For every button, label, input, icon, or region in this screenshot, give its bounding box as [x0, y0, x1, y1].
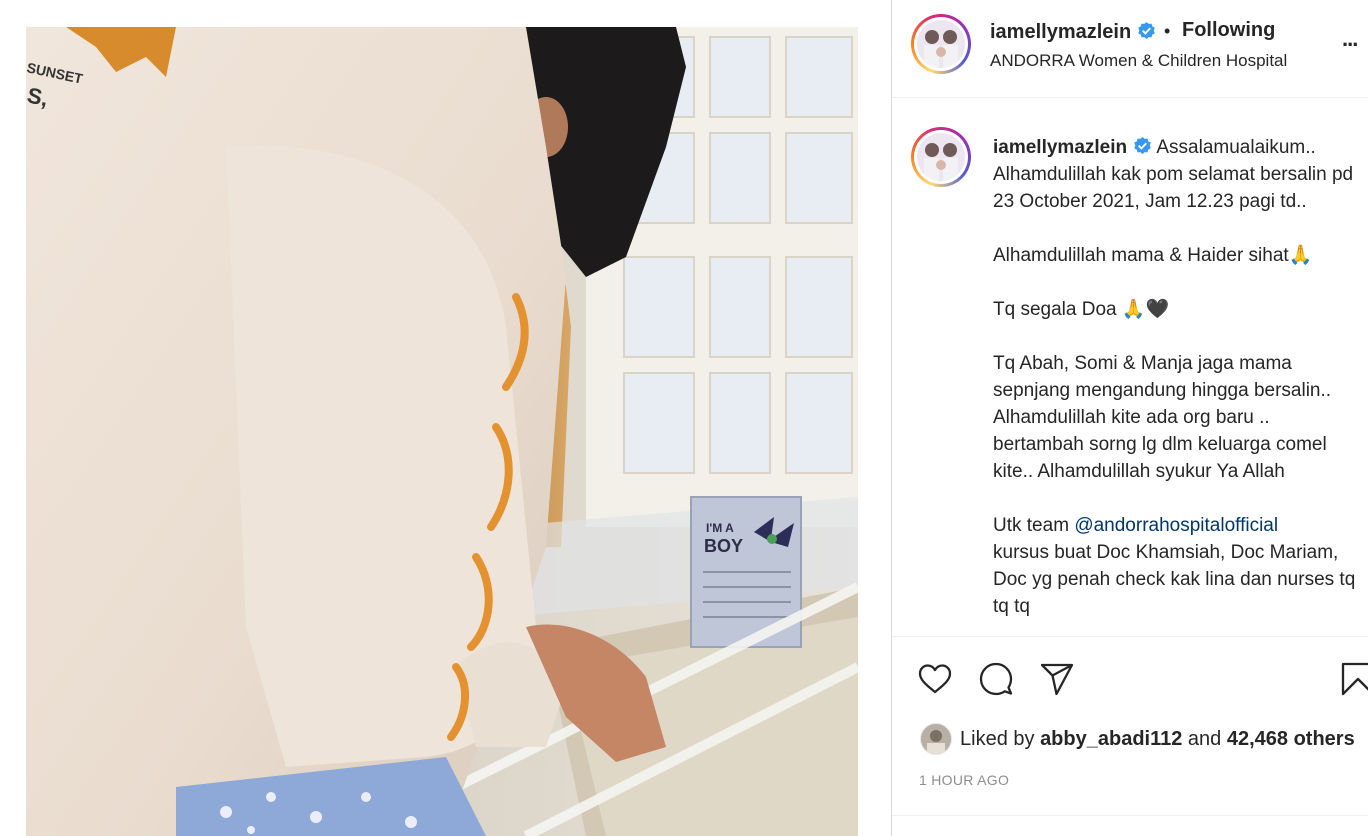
share-icon[interactable]	[1039, 661, 1075, 697]
post-timestamp[interactable]: 1 HOUR AGO	[919, 772, 1009, 788]
caption-line: 23 October 2021, Jam 12.23 pagi td..	[993, 191, 1307, 212]
svg-text:I'M A: I'M A	[706, 521, 734, 535]
caption-line: Assalamualaikum..	[1156, 137, 1316, 158]
likes-middle: and	[1182, 728, 1227, 750]
likes-summary: Liked by abby_abadi112 and 42,468 others	[960, 728, 1355, 751]
caption-team-rest: kursus buat Doc Khamsiah, Doc Mariam, Do…	[993, 542, 1361, 617]
caption-username[interactable]: iamellymazlein	[993, 137, 1127, 158]
liker-username[interactable]: abby_abadi112	[1040, 728, 1182, 750]
bookmark-icon[interactable]	[1340, 661, 1368, 697]
likes-prefix: Liked by	[960, 728, 1041, 750]
caption-line: Alhamdulillah kak pom selamat bersalin p…	[993, 164, 1354, 185]
mention-link[interactable]: @andorrahospitalofficial	[1074, 515, 1278, 536]
caption-avatar[interactable]	[911, 127, 971, 187]
caption-team-prefix: Utk team	[993, 515, 1075, 536]
caption-line: Alhamdulillah mama & Haider sihat🙏	[993, 245, 1313, 266]
caption-text: iamellymazlein Assalamualaikum.. Alhamdu…	[993, 134, 1365, 620]
verified-badge-icon	[1138, 21, 1155, 40]
comment-icon[interactable]	[978, 661, 1014, 697]
header-avatar[interactable]	[911, 14, 971, 74]
post-actions: Liked by abby_abadi112 and 42,468 others…	[892, 637, 1368, 836]
divider	[892, 815, 1368, 816]
svg-text:BOY: BOY	[704, 536, 743, 556]
likes-others-link[interactable]: 42,468 others	[1227, 728, 1355, 750]
caption-line: Tq Abah, Somi & Manja jaga mama sepnjang…	[993, 353, 1336, 482]
caption-area: iamellymazlein Assalamualaikum.. Alhamdu…	[892, 98, 1368, 637]
heart-icon[interactable]	[917, 661, 953, 697]
location-link[interactable]: ANDORRA Women & Children Hospital	[990, 51, 1287, 71]
more-options-icon[interactable]: ...	[1342, 26, 1358, 52]
liker-avatar[interactable]	[920, 723, 952, 755]
post-photo[interactable]: I'M A BOY SUNSET S,	[26, 27, 858, 836]
post-header: iamellymazlein • Following ANDORRA Women…	[892, 0, 1368, 98]
following-button[interactable]: Following	[1182, 19, 1275, 42]
header-username[interactable]: iamellymazlein	[990, 21, 1156, 44]
separator-dot: •	[1164, 21, 1171, 41]
verified-badge-icon	[1134, 136, 1151, 155]
caption-line: Tq segala Doa 🙏🖤	[993, 299, 1170, 320]
